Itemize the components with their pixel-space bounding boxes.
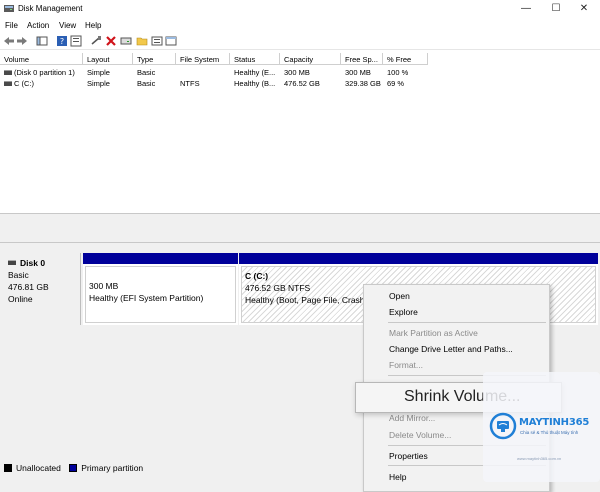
row-1-layout: Simple — [87, 68, 110, 77]
disk-type: Basic — [8, 270, 29, 280]
menu-item-explore[interactable]: Explore — [389, 307, 418, 317]
disk-status: Online — [8, 294, 33, 304]
partition-bar — [83, 253, 238, 264]
column-header-layout[interactable]: Layout — [83, 53, 133, 65]
disk-name: Disk 0 — [20, 258, 46, 268]
close-button[interactable]: ✕ — [568, 0, 600, 18]
disk-icon[interactable] — [120, 35, 132, 47]
column-header-capacity[interactable]: Capacity — [280, 53, 341, 65]
disk-icon — [8, 260, 16, 265]
menu-file[interactable]: File — [5, 21, 18, 30]
volume-icon — [4, 81, 12, 86]
row-1-free-space: 300 MB — [345, 68, 371, 77]
watermark: MAYTINH365 Chia sẻ & Thủ thuật Máy tính … — [483, 372, 600, 482]
window-title: Disk Management — [18, 4, 83, 13]
column-header-volume[interactable]: Volume — [0, 53, 83, 65]
menu-item-open[interactable]: Open — [389, 291, 410, 301]
partition-bar — [239, 253, 598, 264]
menu-item-format[interactable]: Format... — [389, 360, 423, 370]
legend-unallocated: Unallocated — [16, 463, 61, 473]
list-view-icon[interactable] — [151, 35, 163, 47]
menu-bar: File Action View Help — [0, 18, 600, 32]
row-2-percent-free: 69 % — [387, 79, 405, 88]
connect-icon[interactable] — [90, 35, 102, 47]
efi-partition-size: 300 MB — [89, 281, 119, 291]
maytinh365-logo-icon — [489, 412, 517, 440]
delete-icon[interactable] — [105, 35, 117, 47]
watermark-url: www.maytinh365.com.vn — [517, 456, 562, 461]
menu-item-mark-active[interactable]: Mark Partition as Active — [389, 328, 478, 338]
forward-arrow-icon[interactable] — [16, 35, 28, 47]
pane-splitter[interactable] — [0, 213, 600, 243]
console-tree-icon[interactable] — [36, 35, 48, 47]
disk-management-icon — [4, 5, 14, 12]
c-partition-name: C (C:) — [245, 271, 269, 281]
row-2-layout: Simple — [87, 79, 110, 88]
efi-partition-status: Healthy (EFI System Partition) — [89, 293, 204, 303]
help-icon[interactable]: ? — [56, 35, 68, 47]
column-header-type[interactable]: Type — [133, 53, 176, 65]
row-1-status: Healthy (E... — [234, 68, 276, 77]
menu-item-help[interactable]: Help — [389, 472, 406, 482]
row-2-capacity: 476.52 GB — [284, 79, 320, 88]
row-1-volume[interactable]: (Disk 0 partition 1) — [14, 68, 75, 79]
column-header-free-space[interactable]: Free Sp... — [341, 53, 383, 65]
row-2-free-space: 329.38 GB — [345, 79, 381, 88]
toolbar: ? — [0, 32, 600, 50]
title-bar: Disk Management — ☐ ✕ — [0, 0, 600, 18]
column-header-percent-free[interactable]: % Free — [383, 53, 428, 65]
svg-text:?: ? — [60, 37, 64, 46]
properties-icon[interactable] — [70, 35, 82, 47]
legend: Unallocated Primary partition — [4, 463, 143, 473]
folder-icon[interactable] — [136, 35, 148, 47]
row-2-file-system: NTFS — [180, 79, 200, 88]
column-header-status[interactable]: Status — [230, 53, 280, 65]
volume-icon — [4, 70, 12, 75]
menu-view[interactable]: View — [59, 21, 76, 30]
settings-view-icon[interactable] — [165, 35, 177, 47]
efi-partition-body: 300 MB Healthy (EFI System Partition) — [85, 266, 236, 323]
back-arrow-icon[interactable] — [3, 35, 15, 47]
menu-action[interactable]: Action — [27, 21, 49, 30]
menu-item-add-mirror[interactable]: Add Mirror... — [389, 413, 435, 423]
row-1-capacity: 300 MB — [284, 68, 310, 77]
watermark-tagline: Chia sẻ & Thủ thuật Máy tính — [520, 430, 579, 435]
menu-item-change-drive-letter[interactable]: Change Drive Letter and Paths... — [389, 344, 513, 354]
row-1-type: Basic — [137, 68, 156, 77]
watermark-brand: MAYTINH365 — [519, 417, 590, 428]
column-header-file-system[interactable]: File System — [176, 53, 230, 65]
volume-list: Volume Layout Type File System Status Ca… — [0, 53, 600, 213]
unallocated-swatch — [4, 464, 12, 472]
row-2-volume[interactable]: C (C:) — [14, 79, 34, 90]
minimize-button[interactable]: — — [510, 0, 542, 18]
menu-separator — [388, 322, 546, 323]
row-1-percent-free: 100 % — [387, 68, 409, 77]
disk-0-label[interactable]: Disk 0 Basic 476.81 GB Online — [2, 253, 81, 325]
row-2-type: Basic — [137, 79, 156, 88]
disk-size: 476.81 GB — [8, 282, 49, 292]
legend-primary: Primary partition — [81, 463, 144, 473]
row-2-status: Healthy (B... — [234, 79, 276, 88]
menu-item-delete-volume[interactable]: Delete Volume... — [389, 430, 451, 440]
primary-partition-swatch — [69, 464, 78, 472]
menu-help[interactable]: Help — [85, 21, 101, 30]
efi-partition[interactable]: 300 MB Healthy (EFI System Partition) — [83, 253, 238, 325]
menu-item-properties[interactable]: Properties — [389, 451, 428, 461]
